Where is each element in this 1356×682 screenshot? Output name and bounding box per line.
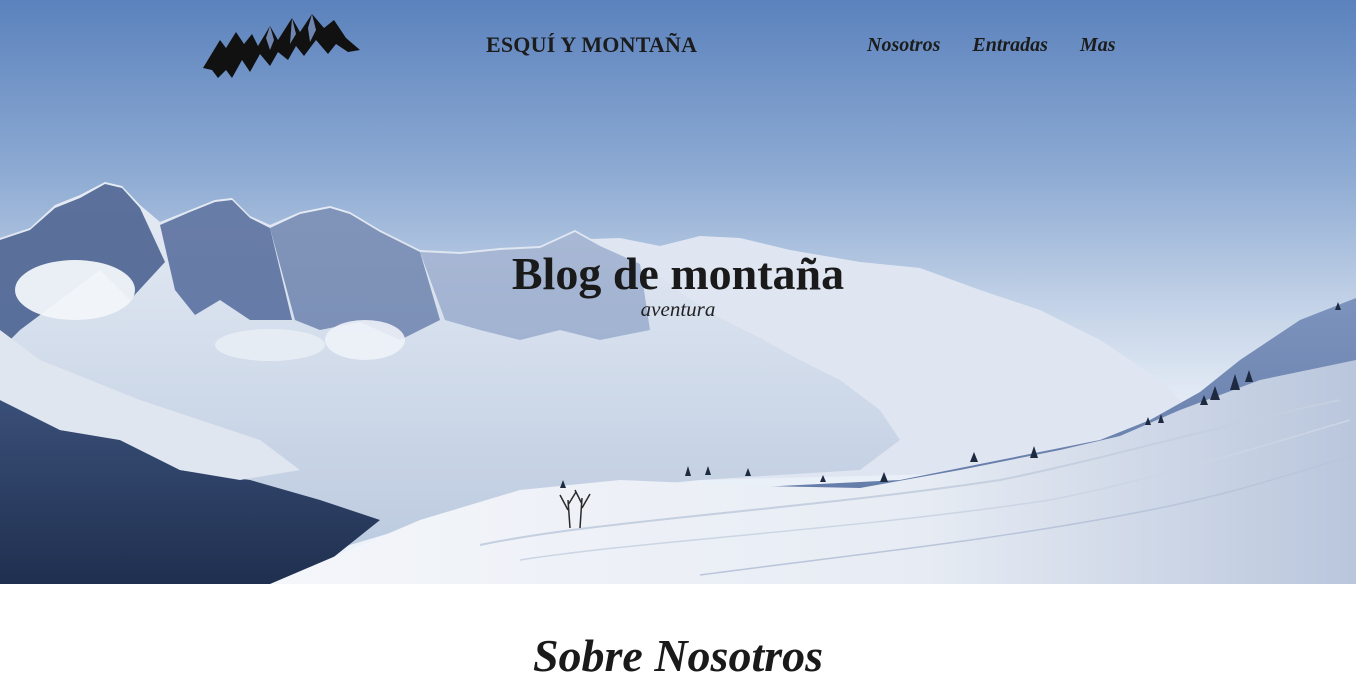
hero-subtitle: aventura [640,297,716,321]
mountain-logo-icon[interactable] [200,10,362,82]
hero-title: Blog de montaña [511,248,845,299]
brand-title[interactable]: ESQUÍ Y MONTAÑA [486,32,697,58]
main-nav: Nosotros Entradas Mas [867,34,1148,57]
nav-item-entradas[interactable]: Entradas [972,34,1048,57]
nav-item-nosotros[interactable]: Nosotros [867,34,940,57]
nav-item-mas[interactable]: Mas [1080,34,1116,57]
hero-banner: ESQUÍ Y MONTAÑA Nosotros Entradas Mas Bl… [0,0,1356,584]
section-heading-sobre-nosotros: Sobre Nosotros [532,630,824,681]
